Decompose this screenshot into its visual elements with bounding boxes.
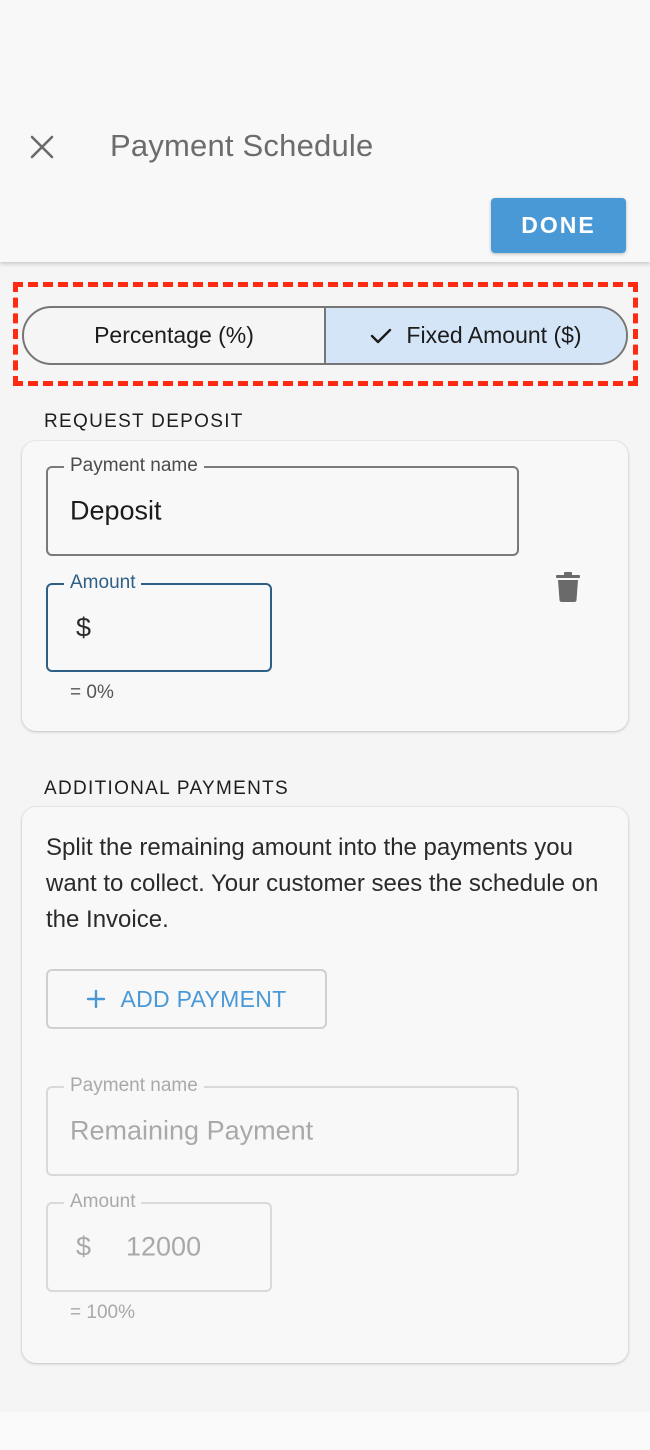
remaining-amount-label: Amount [64,1190,142,1214]
add-payment-label: ADD PAYMENT [120,985,287,1012]
deposit-name-label: Payment name [64,454,204,478]
remaining-name-field: Payment name Remaining Payment [46,1074,519,1176]
deposit-amount-prefix: $ [76,612,92,642]
remaining-amount-prefix: $ [76,1231,92,1262]
fixed-amount-option[interactable]: Fixed Amount ($) [326,308,626,363]
remaining-name-value: Remaining Payment [70,1115,314,1146]
remaining-amount-helper: = 100% [70,1302,135,1323]
remaining-amount-field: Amount $ 12000 [46,1190,272,1292]
remaining-name-label: Payment name [64,1074,204,1098]
close-button[interactable] [22,127,62,167]
percentage-option[interactable]: Percentage (%) [24,308,326,363]
percentage-option-label: Percentage (%) [94,322,254,348]
remaining-amount-value: 12000 [126,1231,202,1262]
page-title: Payment Schedule [110,128,374,163]
deposit-name-value: Deposit [70,495,162,526]
request-deposit-heading: REQUEST DEPOSIT [44,411,244,432]
deposit-amount-helper: = 0% [70,682,114,703]
add-payment-button[interactable]: ADD PAYMENT [46,969,327,1029]
done-button[interactable]: DONE [491,198,626,253]
deposit-amount-field[interactable]: Amount $ [46,571,272,672]
fixed-amount-option-label: Fixed Amount ($) [406,322,582,348]
app-bar: Payment Schedule DONE [0,0,650,262]
check-icon [370,327,392,345]
plus-icon [86,989,106,1009]
trash-icon[interactable] [555,572,581,602]
bottom-strip [0,1412,650,1450]
close-icon [30,135,54,159]
deposit-name-field[interactable]: Payment name Deposit [46,454,519,556]
amount-type-toggle: Percentage (%) Fixed Amount ($) [22,306,628,365]
deposit-amount-label: Amount [64,571,142,595]
additional-payments-description: Split the remaining amount into the paym… [46,834,599,933]
additional-payments-heading: ADDITIONAL PAYMENTS [44,778,289,799]
